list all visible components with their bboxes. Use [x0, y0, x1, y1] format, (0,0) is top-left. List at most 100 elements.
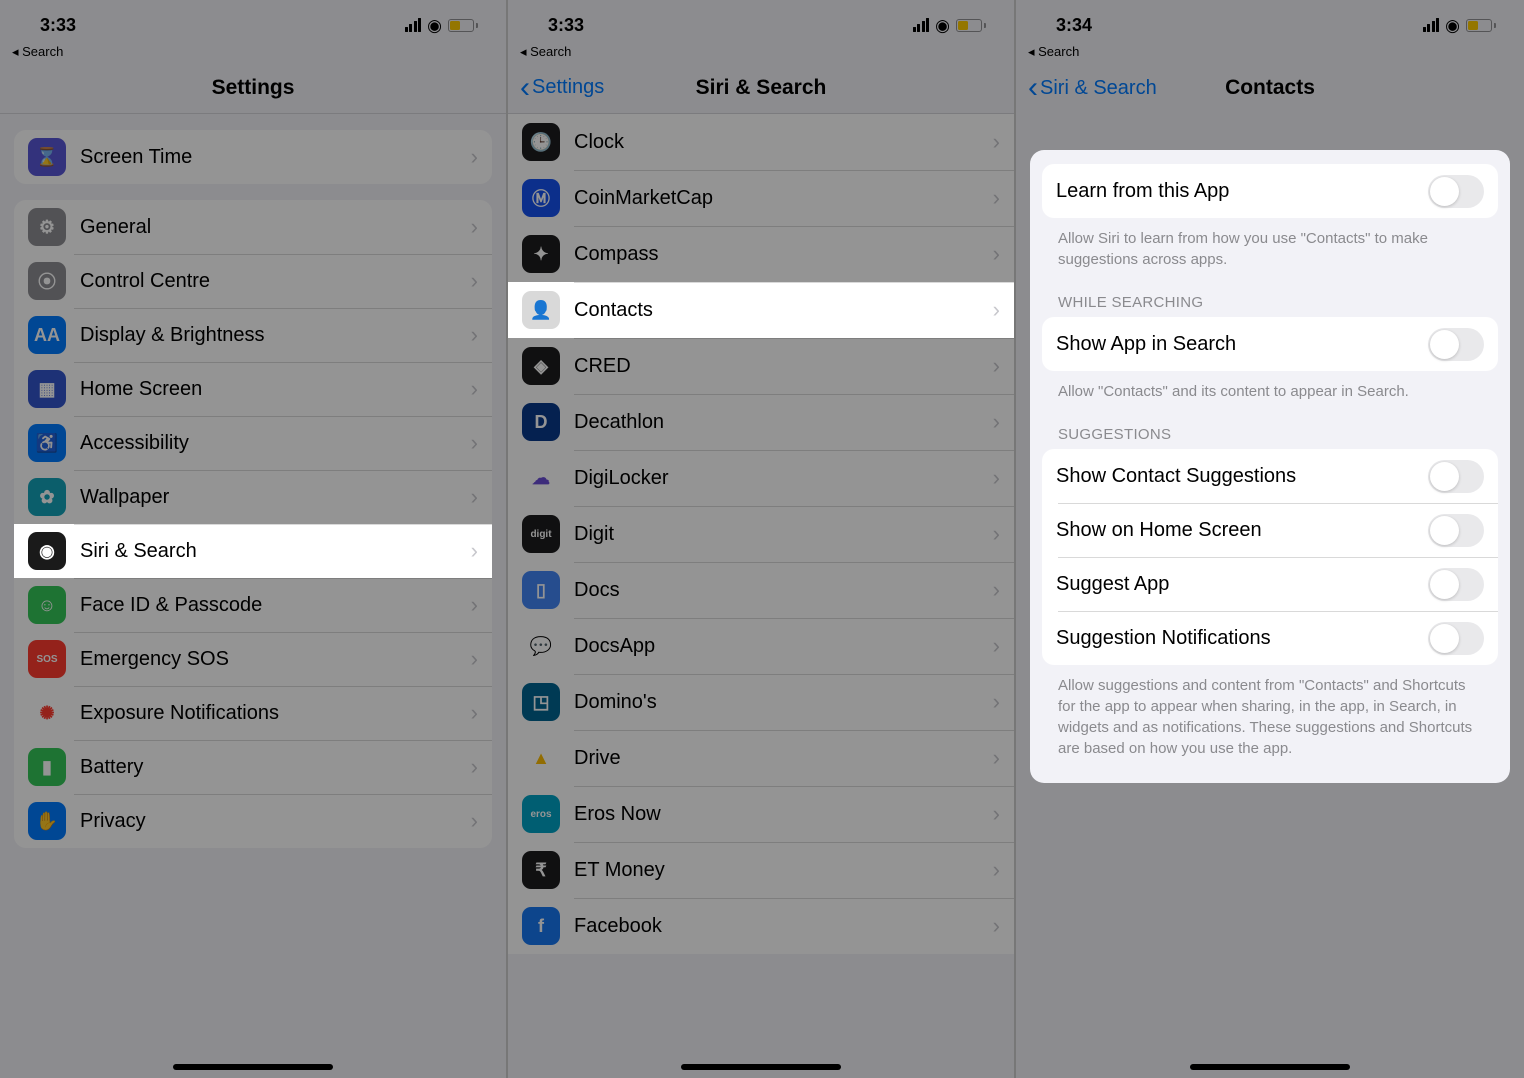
settings-row[interactable]: ▲Drive›: [508, 730, 1014, 786]
row-show-in-search[interactable]: Show App in Search: [1042, 317, 1498, 371]
row-label: Privacy: [80, 810, 465, 833]
app-icon: ◈: [522, 347, 560, 385]
settings-row[interactable]: AADisplay & Brightness›: [14, 308, 492, 362]
chevron-right-icon: ›: [993, 465, 1000, 491]
app-icon: 👤: [522, 291, 560, 329]
chevron-right-icon: ›: [993, 297, 1000, 323]
settings-row[interactable]: ₹ET Money›: [508, 842, 1014, 898]
app-list: 🕒Clock›ⓂCoinMarketCap›✦Compass›👤Contacts…: [508, 114, 1014, 954]
status-icons: ◉: [1423, 17, 1496, 34]
row-label: Siri & Search: [80, 540, 465, 563]
back-to-app[interactable]: ◂ Search: [0, 44, 506, 62]
settings-row[interactable]: ♿Accessibility›: [14, 416, 492, 470]
row-label: Exposure Notifications: [80, 702, 465, 725]
settings-row[interactable]: ▮ Battery ›: [14, 740, 492, 794]
settings-row[interactable]: digitDigit›: [508, 506, 1014, 562]
settings-row[interactable]: ◳Domino's›: [508, 674, 1014, 730]
toggle[interactable]: [1428, 514, 1484, 547]
row-learn-from-app[interactable]: Learn from this App: [1042, 164, 1498, 218]
suggestion-row[interactable]: Show Contact Suggestions: [1042, 449, 1498, 503]
app-icon: eros: [522, 795, 560, 833]
row-label: Domino's: [574, 691, 987, 714]
home-indicator[interactable]: [681, 1064, 841, 1070]
nav-back-button[interactable]: ‹ Siri & Search: [1028, 73, 1157, 103]
settings-row[interactable]: ▯Docs›: [508, 562, 1014, 618]
settings-row[interactable]: fFacebook›: [508, 898, 1014, 954]
battery-icon: [448, 19, 478, 32]
settings-row[interactable]: ⦿Control Centre›: [14, 254, 492, 308]
settings-row[interactable]: ⓂCoinMarketCap›: [508, 170, 1014, 226]
settings-row[interactable]: DDecathlon›: [508, 394, 1014, 450]
nav-title: Contacts: [1225, 76, 1315, 100]
settings-row[interactable]: ✦Compass›: [508, 226, 1014, 282]
battery-icon: [1466, 19, 1496, 32]
settings-row[interactable]: ◉Siri & Search›: [14, 524, 492, 578]
settings-row[interactable]: erosEros Now›: [508, 786, 1014, 842]
toggle-learn[interactable]: [1428, 175, 1484, 208]
chevron-right-icon: ›: [993, 913, 1000, 939]
settings-row[interactable]: SOSEmergency SOS›: [14, 632, 492, 686]
suggestion-row[interactable]: Suggest App: [1042, 557, 1498, 611]
settings-row[interactable]: 🕒Clock›: [508, 114, 1014, 170]
app-icon: ⦿: [28, 262, 66, 300]
status-bar: 3:34 ◉: [1016, 0, 1524, 44]
nav-bar: ‹ Siri & Search Contacts: [1016, 62, 1524, 114]
app-icon: AA: [28, 316, 66, 354]
nav-back-button[interactable]: ‹ Settings: [520, 73, 604, 103]
wifi-icon: ◉: [427, 17, 442, 34]
row-label: Contacts: [574, 299, 987, 322]
chevron-right-icon: ›: [993, 241, 1000, 267]
toggle[interactable]: [1428, 568, 1484, 601]
nav-bar: ‹ Settings Siri & Search: [508, 62, 1014, 114]
cell-signal-icon: [405, 18, 422, 32]
row-label: Face ID & Passcode: [80, 594, 465, 617]
row-label: Show on Home Screen: [1056, 519, 1428, 542]
row-label: CRED: [574, 355, 987, 378]
settings-row[interactable]: 💬DocsApp›: [508, 618, 1014, 674]
chevron-right-icon: ›: [471, 538, 478, 564]
row-label: Drive: [574, 747, 987, 770]
app-icon: ☁: [522, 459, 560, 497]
chevron-right-icon: ›: [471, 376, 478, 402]
settings-row[interactable]: ☁DigiLocker›: [508, 450, 1014, 506]
home-indicator[interactable]: [173, 1064, 333, 1070]
back-to-app[interactable]: ◂ Search: [508, 44, 1014, 62]
settings-row[interactable]: ✿Wallpaper›: [14, 470, 492, 524]
app-icon: 🕒: [522, 123, 560, 161]
row-label: Clock: [574, 131, 987, 154]
settings-row[interactable]: ◈CRED›: [508, 338, 1014, 394]
row-label: General: [80, 216, 465, 239]
settings-row[interactable]: ⌛Screen Time›: [14, 130, 492, 184]
settings-row[interactable]: ▦Home Screen›: [14, 362, 492, 416]
row-label: Wallpaper: [80, 486, 465, 509]
app-icon: ◳: [522, 683, 560, 721]
app-icon: ▯: [522, 571, 560, 609]
chevron-right-icon: ›: [993, 857, 1000, 883]
chevron-right-icon: ›: [471, 214, 478, 240]
row-label: Suggestion Notifications: [1056, 627, 1428, 650]
row-label: Display & Brightness: [80, 324, 465, 347]
toggle-show-in-search[interactable]: [1428, 328, 1484, 361]
app-icon: ▮: [28, 748, 66, 786]
phone-settings: 3:33 ◉ ◂ Search Settings ⌛Screen Time› ⚙…: [0, 0, 508, 1078]
chevron-right-icon: ›: [471, 754, 478, 780]
chevron-right-icon: ›: [993, 185, 1000, 211]
status-bar: 3:33 ◉: [508, 0, 1014, 44]
home-indicator[interactable]: [1190, 1064, 1350, 1070]
row-label: Battery: [80, 756, 465, 779]
app-icon: 💬: [522, 627, 560, 665]
status-time: 3:34: [1056, 15, 1092, 36]
toggle[interactable]: [1428, 460, 1484, 493]
suggestion-row[interactable]: Suggestion Notifications: [1042, 611, 1498, 665]
suggestion-row[interactable]: Show on Home Screen: [1042, 503, 1498, 557]
settings-row[interactable]: 👤 Contacts ›: [508, 282, 1014, 338]
toggle[interactable]: [1428, 622, 1484, 655]
settings-row[interactable]: ✋Privacy›: [14, 794, 492, 848]
suggestions-footer: Allow suggestions and content from "Cont…: [1030, 665, 1510, 763]
settings-row[interactable]: ✺Exposure Notifications›: [14, 686, 492, 740]
row-label: Home Screen: [80, 378, 465, 401]
contacts-settings-panel: Learn from this App Allow Siri to learn …: [1030, 150, 1510, 783]
back-to-app[interactable]: ◂ Search: [1016, 44, 1524, 62]
settings-row[interactable]: ⚙General›: [14, 200, 492, 254]
settings-row[interactable]: ☺Face ID & Passcode›: [14, 578, 492, 632]
